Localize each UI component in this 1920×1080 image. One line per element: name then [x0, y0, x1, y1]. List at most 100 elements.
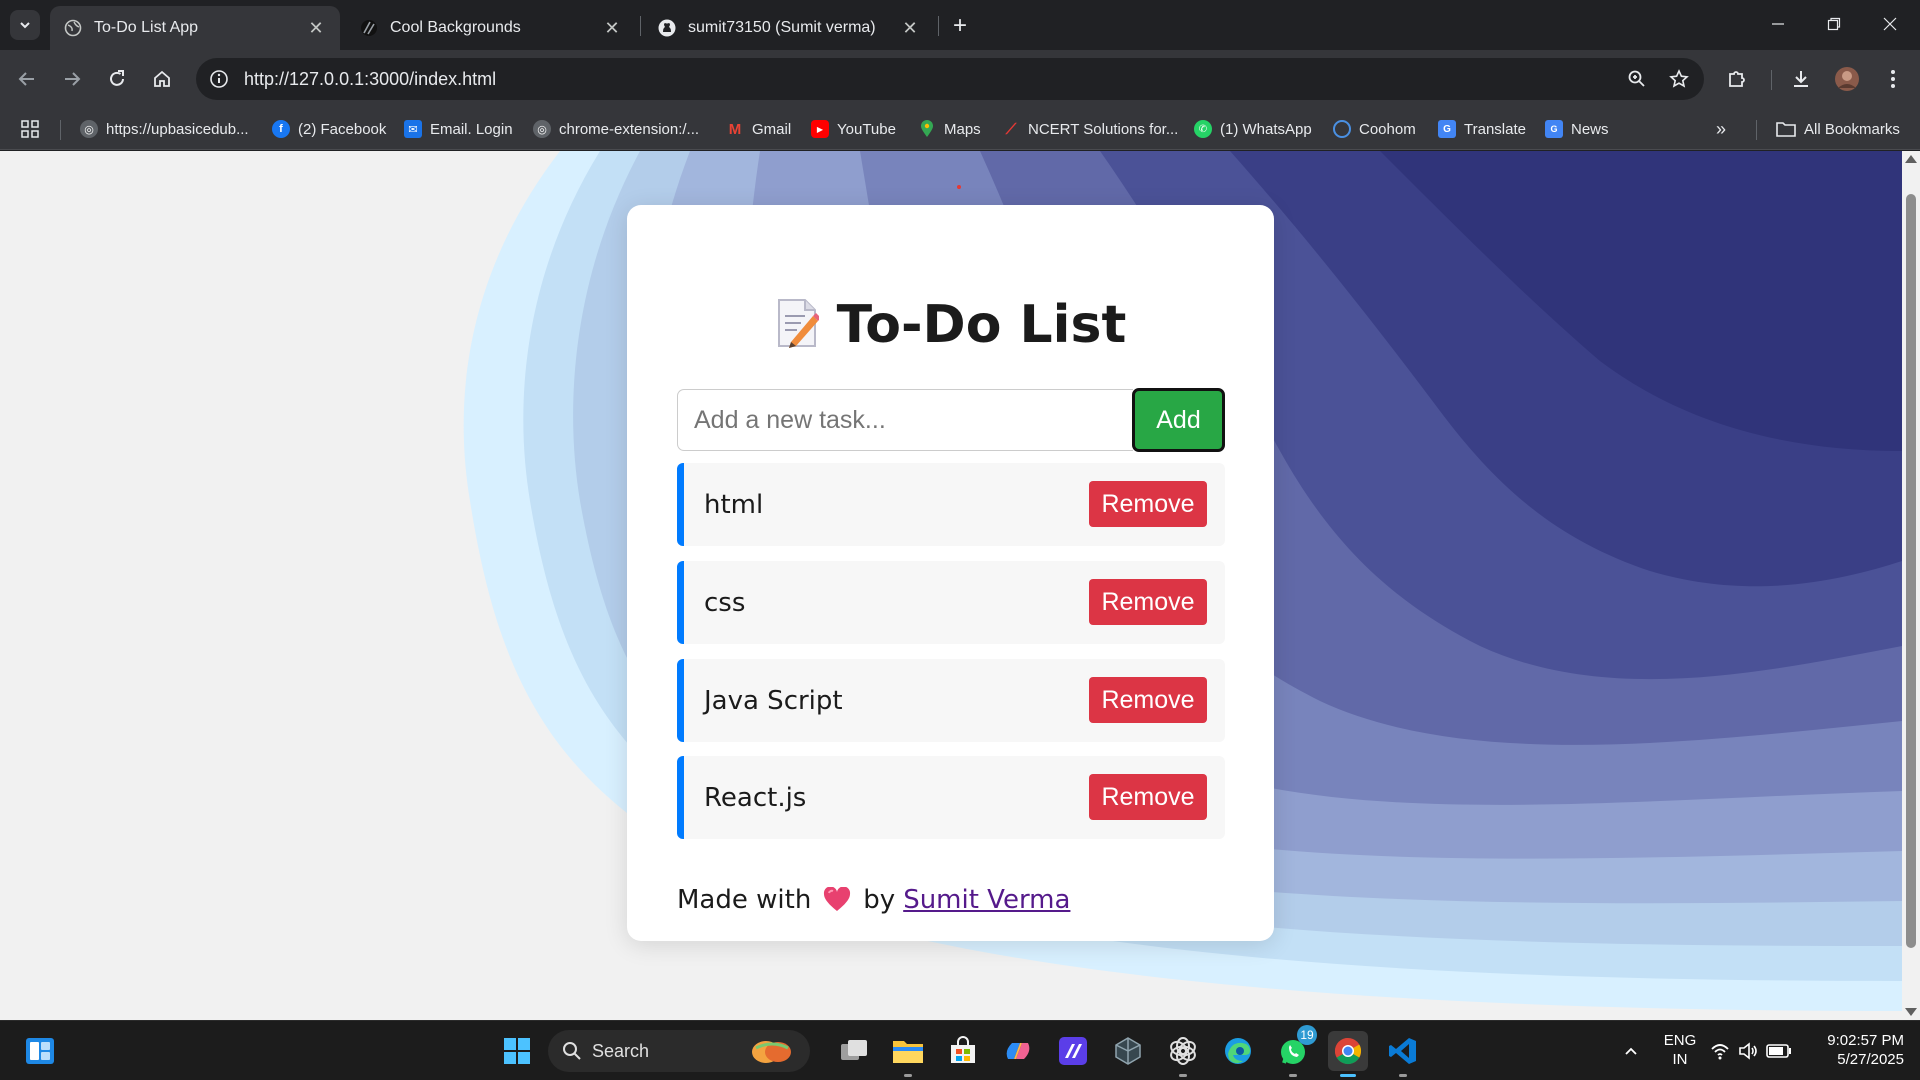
microsoft-store-button[interactable] [943, 1031, 983, 1071]
downloads-button[interactable] [1784, 62, 1818, 96]
bookmark-maps[interactable]: Maps [918, 116, 981, 142]
remove-button[interactable]: Remove [1089, 579, 1207, 625]
task-input[interactable] [677, 389, 1133, 451]
vscode-icon [1389, 1038, 1416, 1064]
copilot-button[interactable] [998, 1031, 1038, 1071]
author-link[interactable]: Sumit Verma [903, 885, 1070, 915]
bookmark-whatsapp[interactable]: ✆ (1) WhatsApp [1194, 116, 1312, 142]
task-item: React.js Remove [677, 756, 1225, 839]
bookmark-gmail[interactable]: M Gmail [726, 116, 791, 142]
remove-button[interactable]: Remove [1089, 677, 1207, 723]
menu-button[interactable] [1876, 62, 1910, 96]
language-indicator[interactable]: ENG IN [1660, 1031, 1700, 1069]
back-button[interactable] [10, 62, 44, 96]
bookmark-star-icon[interactable] [1662, 62, 1696, 96]
url-text[interactable]: http://127.0.0.1:3000/index.html [244, 69, 1620, 90]
search-icon [563, 1042, 581, 1060]
coohom-icon [1333, 120, 1351, 138]
home-icon [154, 70, 170, 87]
bookmark-email-login[interactable]: ✉ Email. Login [404, 116, 513, 142]
heart-icon [823, 887, 851, 913]
app-button[interactable] [1053, 1031, 1093, 1071]
quick-settings-button[interactable] [1706, 1031, 1796, 1071]
scroll-thumb[interactable] [1906, 194, 1916, 948]
reload-button[interactable] [100, 62, 134, 96]
file-explorer-button[interactable] [888, 1031, 928, 1077]
browser-toolbar: http://127.0.0.1:3000/index.html [0, 50, 1920, 108]
start-button[interactable] [497, 1031, 537, 1071]
minimize-button[interactable] [1750, 0, 1806, 48]
task-view-button[interactable] [834, 1031, 874, 1071]
whatsapp-icon: ✆ [1194, 120, 1212, 138]
widgets-button[interactable] [20, 1031, 60, 1071]
add-button[interactable]: Add [1132, 388, 1225, 452]
bookmark-coohom[interactable]: Coohom [1333, 116, 1416, 142]
bookmark-youtube[interactable]: ▶ YouTube [811, 116, 896, 142]
bookmark-label: Gmail [752, 120, 792, 138]
chatgpt-button[interactable] [1163, 1031, 1203, 1077]
maps-icon [918, 120, 936, 138]
scroll-up-arrow[interactable] [1905, 155, 1917, 163]
apps-button[interactable] [20, 116, 40, 142]
close-window-button[interactable] [1862, 0, 1918, 48]
copilot-icon [1006, 1043, 1030, 1059]
bookmark-separator [1756, 120, 1757, 140]
arrow-left-icon [18, 72, 34, 86]
bookmark-facebook[interactable]: f (2) Facebook [272, 116, 386, 142]
page-scrollbar[interactable] [1902, 151, 1920, 1020]
edge-button[interactable] [1218, 1031, 1258, 1071]
restore-button[interactable] [1806, 0, 1862, 48]
new-tab-button[interactable]: + [946, 12, 974, 40]
zoom-icon[interactable] [1620, 62, 1654, 96]
footer: Made with by Sumit Verma [677, 885, 1070, 915]
bookmark-label: Translate [1464, 120, 1526, 138]
home-button[interactable] [145, 62, 179, 96]
running-indicator [904, 1074, 912, 1077]
taskbar-search[interactable]: Search [548, 1030, 810, 1072]
cube-icon [1115, 1037, 1141, 1065]
bookmark-translate[interactable]: G Translate [1438, 116, 1526, 142]
app-button[interactable] [1108, 1031, 1148, 1071]
bookmark-upbasicedu[interactable]: ◎ https://upbasicedub... [80, 116, 249, 142]
show-hidden-icons-button[interactable] [1611, 1031, 1651, 1071]
vscode-button[interactable] [1383, 1031, 1423, 1077]
tab-search-button[interactable] [10, 10, 40, 40]
task-text: css [704, 587, 746, 618]
bookmark-chrome-extension[interactable]: ◎ chrome-extension:/... [533, 116, 699, 142]
page-viewport: To-Do List Add html Remove css Remove Ja… [0, 151, 1902, 1020]
bookmark-ncert[interactable]: ⟋ NCERT Solutions for... [1002, 116, 1179, 142]
chrome-button[interactable] [1328, 1031, 1368, 1077]
more-bookmarks-button[interactable]: » [1716, 116, 1726, 142]
task-text: Java Script [704, 685, 843, 716]
mail-icon: ✉ [404, 120, 422, 138]
facebook-icon: f [272, 120, 290, 138]
remove-button[interactable]: Remove [1089, 481, 1207, 527]
address-bar[interactable]: http://127.0.0.1:3000/index.html [196, 58, 1704, 100]
remove-button[interactable]: Remove [1089, 774, 1207, 820]
forward-button[interactable] [55, 62, 89, 96]
bookmark-news[interactable]: G News [1545, 116, 1609, 142]
ncert-icon: ⟋ [1005, 120, 1017, 138]
close-icon[interactable]: ✕ [900, 18, 920, 38]
clock[interactable]: 9:02:57 PM 5/27/2025 [1814, 1031, 1904, 1069]
scroll-down-arrow[interactable] [1905, 1008, 1917, 1016]
folder-icon [1776, 122, 1796, 137]
close-icon[interactable]: ✕ [306, 18, 326, 38]
extensions-button[interactable] [1720, 62, 1754, 96]
footer-prefix: Made with [677, 885, 812, 915]
tab-todo[interactable]: To-Do List App ✕ [50, 6, 340, 50]
avatar-icon [1835, 67, 1859, 91]
close-icon[interactable]: ✕ [602, 18, 622, 38]
task-item: css Remove [677, 561, 1225, 644]
all-bookmarks-button[interactable]: All Bookmarks [1776, 116, 1900, 142]
site-info-icon[interactable] [206, 66, 232, 92]
restore-icon [1827, 17, 1841, 31]
bookmark-label: (2) Facebook [298, 120, 387, 138]
task-text: html [704, 489, 764, 520]
bookmark-label: Email. Login [430, 120, 513, 138]
globe-icon: ◎ [80, 120, 98, 138]
tab-github[interactable]: sumit73150 (Sumit verma) ✕ [644, 6, 934, 50]
profile-avatar[interactable] [1830, 62, 1864, 96]
tab-cool-backgrounds[interactable]: Cool Backgrounds ✕ [346, 6, 636, 50]
whatsapp-button[interactable]: 19 [1273, 1025, 1317, 1077]
